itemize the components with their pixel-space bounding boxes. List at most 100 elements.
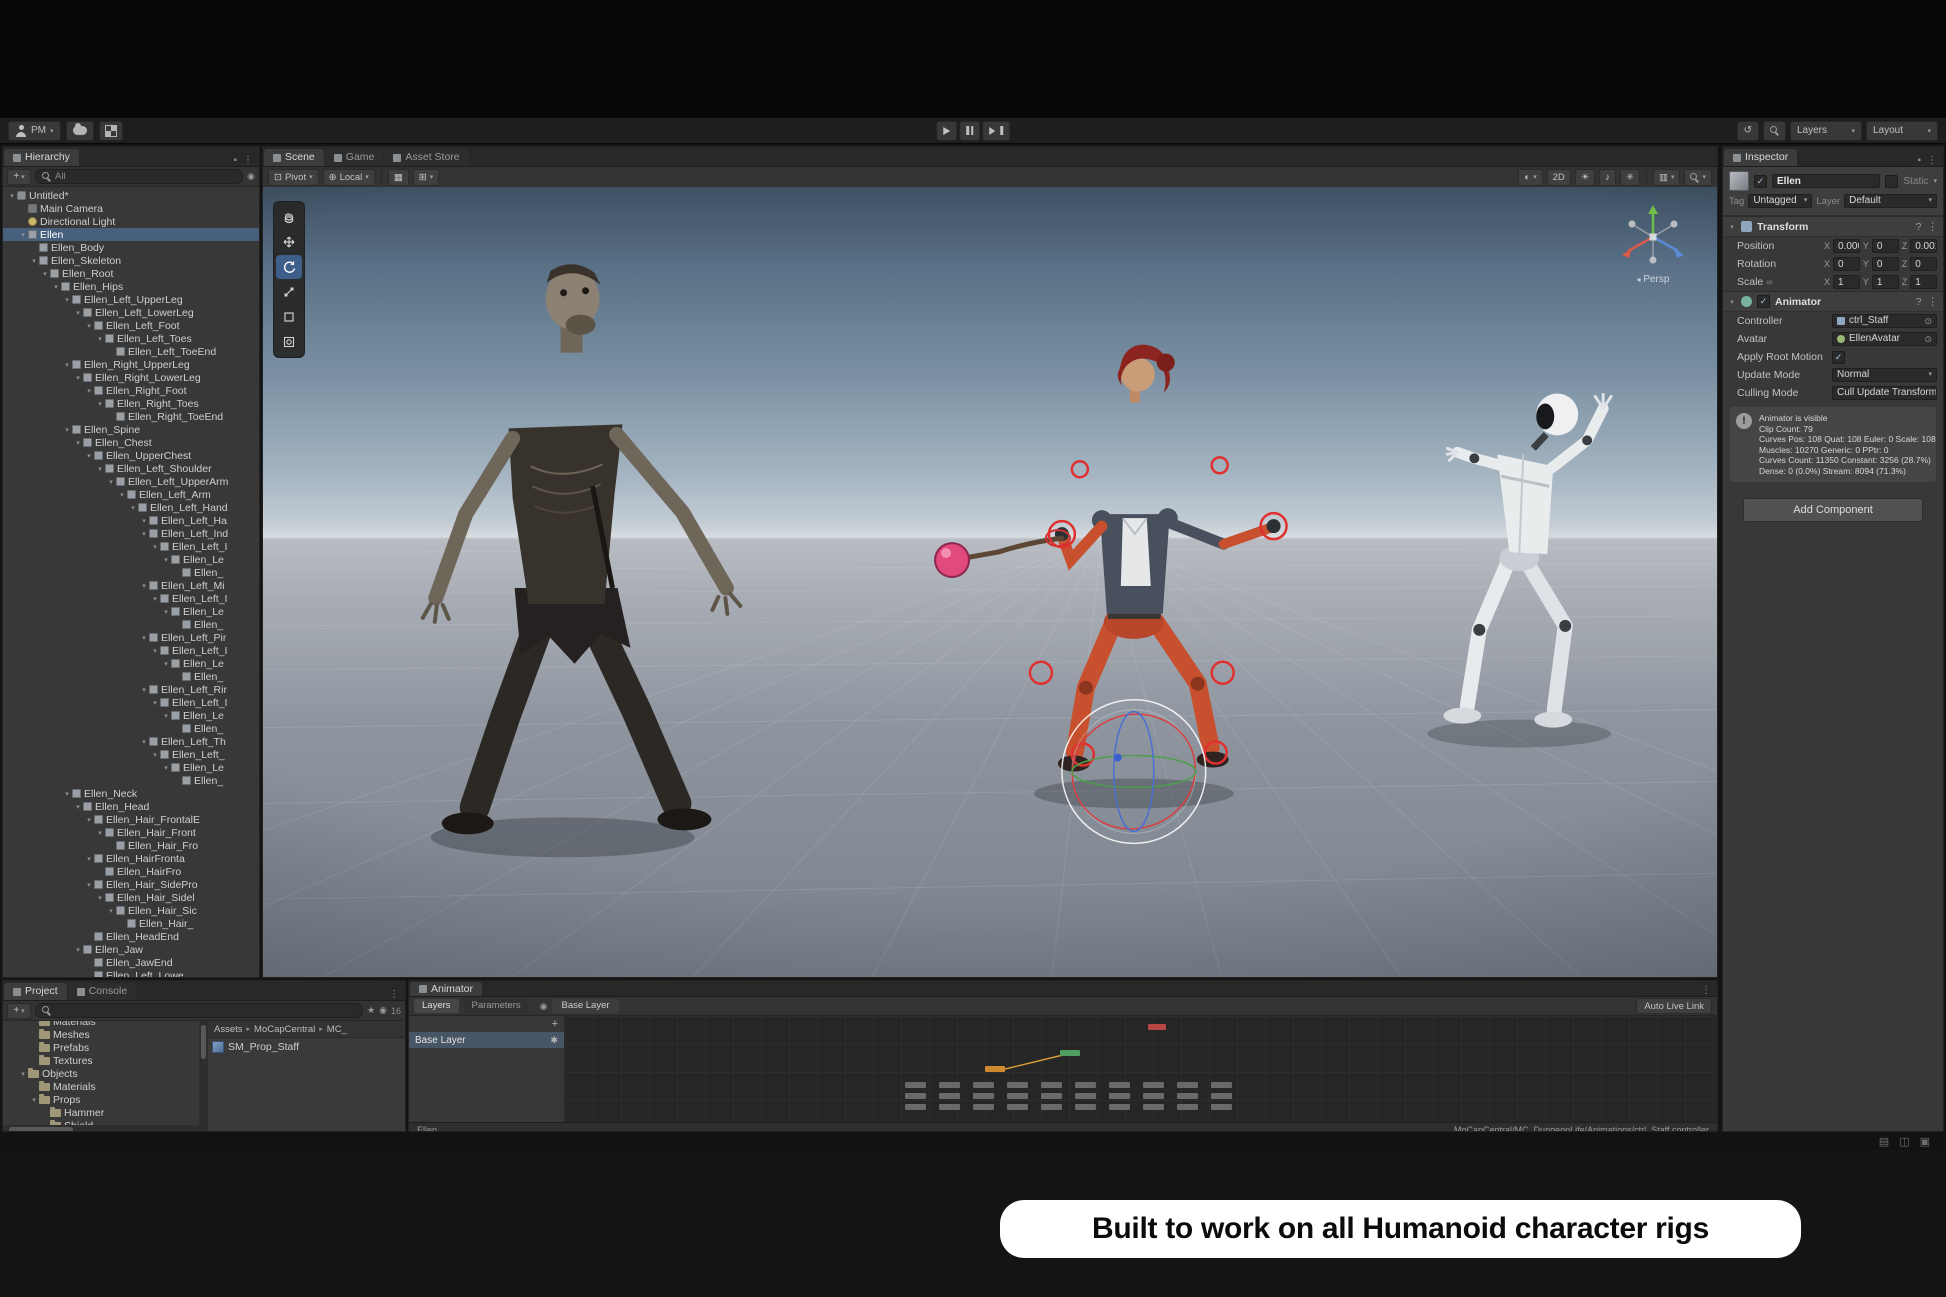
animator-enabled-checkbox[interactable]: ✓ [1757,295,1770,308]
tab-asset-store[interactable]: Asset Store [384,149,468,166]
state-node[interactable] [973,1104,994,1110]
scale-x-field[interactable]: 1 [1833,275,1860,289]
ellen-character[interactable] [1034,345,1281,809]
account-button[interactable]: PM ▾ [8,121,61,141]
root-motion-checkbox[interactable]: ✓ [1832,351,1845,364]
hierarchy-item[interactable]: Ellen_ [3,566,259,579]
hierarchy-item[interactable]: ▾Ellen_Left_Ha [3,514,259,527]
horizontal-scrollbar[interactable] [3,1125,199,1132]
project-folder-row[interactable]: Materials [3,1080,199,1093]
hierarchy-item[interactable]: ▾Ellen_Hips [3,280,259,293]
robot-character[interactable] [1427,393,1611,747]
layout-dropdown[interactable]: Layout▾ [1866,121,1938,141]
hierarchy-item[interactable]: ▾Ellen_Root [3,267,259,280]
gear-icon[interactable]: ✱ [550,1035,558,1046]
state-node[interactable] [905,1104,926,1110]
hierarchy-item[interactable]: Ellen_Hair_Fro [3,839,259,852]
state-node[interactable] [1143,1104,1164,1110]
hierarchy-item[interactable]: ▾Ellen_Left_LowerLeg [3,306,259,319]
state-node[interactable] [1075,1104,1096,1110]
hierarchy-item[interactable]: ▾Ellen_Hair_Front [3,826,259,839]
hierarchy-item[interactable]: ▾Ellen_Left_I [3,696,259,709]
hierarchy-item[interactable]: ▾Ellen_Left_Shoulder [3,462,259,475]
create-object-button[interactable]: +▾ [7,169,31,185]
rect-tool-button[interactable] [276,305,302,329]
rotation-y-field[interactable]: 0 [1872,257,1899,271]
hierarchy-item[interactable]: ▾Ellen_Right_Foot [3,384,259,397]
project-folder-row[interactable]: ▾Objects [3,1067,199,1080]
project-folder-row[interactable]: Prefabs [3,1041,199,1054]
foldout-arrow[interactable]: ▾ [139,738,149,746]
state-node[interactable] [1177,1104,1198,1110]
hierarchy-item[interactable]: ▾Ellen_Hair_FrontalE [3,813,259,826]
avatar-field[interactable]: EllenAvatar ⊙ [1832,332,1937,346]
state-node[interactable] [1177,1082,1198,1088]
foldout-arrow[interactable]: ▾ [95,400,105,408]
object-name-field[interactable]: Ellen [1772,174,1880,188]
project-search-input[interactable] [35,1003,363,1018]
auto-live-link-button[interactable]: Auto Live Link [1636,998,1712,1014]
tag-dropdown[interactable]: Untagged▾ [1748,194,1812,208]
hierarchy-item[interactable]: ▾Ellen_Left_I [3,592,259,605]
hierarchy-item[interactable]: ▾Ellen_Spine [3,423,259,436]
hierarchy-item[interactable]: Ellen_ [3,618,259,631]
hierarchy-item[interactable]: Ellen_Hair_ [3,917,259,930]
component-menu-icon[interactable]: ⋮ [1928,221,1939,233]
project-folder-row[interactable]: ▾Props [3,1093,199,1106]
play-button[interactable] [936,121,957,141]
create-asset-button[interactable]: +▾ [7,1003,31,1019]
audio-toggle[interactable]: ♪ [1599,169,1616,186]
foldout-arrow[interactable]: ▾ [62,296,72,304]
foldout-arrow[interactable]: ▾ [29,257,39,265]
foldout-arrow[interactable]: ▾ [139,517,149,525]
hierarchy-item[interactable]: ▾Ellen_Le [3,709,259,722]
breadcrumb-segment[interactable]: MC_ [327,1024,347,1035]
status-icon-2[interactable]: ◫ [1899,1135,1909,1148]
scrollbar-thumb[interactable] [9,1127,73,1132]
foldout-arrow[interactable]: ▾ [1728,298,1736,306]
breadcrumb-segment[interactable]: MoCapCentral [254,1024,315,1035]
effects-toggle[interactable]: ✳ [1620,169,1640,186]
hierarchy-item[interactable]: Ellen_JawEnd [3,956,259,969]
foldout-arrow[interactable]: ▾ [95,335,105,343]
vertical-scrollbar[interactable] [199,1021,208,1132]
foldout-arrow[interactable]: ▾ [84,452,94,460]
state-node[interactable] [1211,1093,1232,1099]
foldout-arrow[interactable]: ▾ [84,881,94,889]
layers-tab-button[interactable]: Layers [414,999,459,1013]
increment-snap-button[interactable]: ⊞▾ [413,169,439,186]
hierarchy-item[interactable]: ▾Ellen_Skeleton [3,254,259,267]
status-icon-1[interactable]: ▤ [1879,1135,1889,1148]
hierarchy-item[interactable]: Ellen_Body [3,241,259,254]
hierarchy-item[interactable]: ▾Ellen_Neck [3,787,259,800]
state-node[interactable] [1060,1050,1080,1056]
lock-icon[interactable]: ▪ [1917,155,1921,166]
project-folder-row[interactable]: Textures [3,1054,199,1067]
state-node[interactable] [1211,1104,1232,1110]
state-node[interactable] [985,1066,1005,1072]
hierarchy-item[interactable]: Ellen_ [3,774,259,787]
hierarchy-item[interactable]: ▾Ellen_Left_UpperLeg [3,293,259,306]
state-node[interactable] [1211,1082,1232,1088]
hierarchy-item[interactable]: ▾Ellen_Chest [3,436,259,449]
hierarchy-item[interactable]: ▾Untitled* [3,189,259,202]
status-icon-3[interactable]: ▣ [1920,1135,1930,1148]
hierarchy-item[interactable]: Ellen_Left_Lowe [3,969,259,978]
hierarchy-item[interactable]: Ellen_Right_ToeEnd [3,410,259,423]
tab-project[interactable]: Project [4,983,67,1000]
state-node[interactable] [1007,1093,1028,1099]
foldout-arrow[interactable]: ▾ [7,192,17,200]
scene-visibility-icon[interactable]: ◉ [247,171,255,182]
tab-scene[interactable]: Scene [264,149,324,166]
grid-snap-button[interactable]: ▦ [388,169,409,186]
link-scale-icon[interactable]: ∞ [1766,277,1772,287]
foldout-arrow[interactable]: ▾ [150,595,160,603]
help-icon[interactable]: ? [1916,296,1922,308]
project-folder-row[interactable]: Meshes [3,1028,199,1041]
hierarchy-item[interactable]: ▾Ellen_UpperChest [3,449,259,462]
hierarchy-item[interactable]: ▾Ellen_Left_Th [3,735,259,748]
foldout-arrow[interactable]: ▾ [95,829,105,837]
state-node[interactable] [1041,1082,1062,1088]
hierarchy-item[interactable]: ▾Ellen_Left_I [3,644,259,657]
foldout-arrow[interactable]: ▾ [139,530,149,538]
